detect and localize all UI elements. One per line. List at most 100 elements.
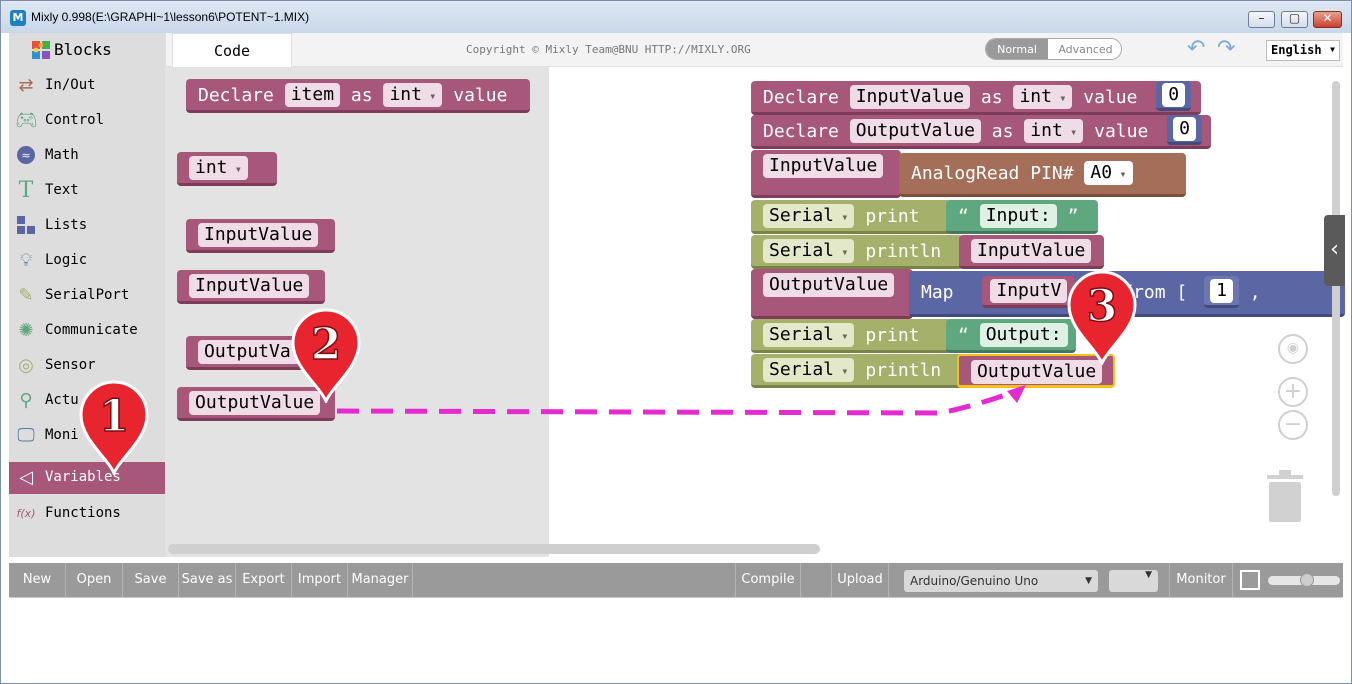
category-label: Actu bbox=[45, 392, 79, 408]
minimize-button[interactable]: – bbox=[1248, 11, 1275, 28]
number-block[interactable]: 1 bbox=[1204, 276, 1239, 308]
tab-blocks[interactable]: Blocks bbox=[9, 33, 166, 67]
undo-icon[interactable]: ↶ bbox=[1187, 36, 1205, 61]
import-button[interactable]: Import bbox=[292, 563, 348, 597]
category-serialport[interactable]: ✎ SerialPort bbox=[9, 280, 165, 312]
mode-toggle[interactable]: Normal Advanced bbox=[985, 38, 1122, 60]
maximize-button[interactable]: ▢ bbox=[1281, 11, 1308, 28]
variable-name-field[interactable]: InputValue bbox=[849, 84, 971, 109]
block-keyword: println bbox=[865, 360, 942, 381]
text-field[interactable]: Output: bbox=[979, 322, 1068, 347]
zoom-slider[interactable] bbox=[1268, 573, 1340, 587]
variable-name-field[interactable]: InputValue bbox=[198, 222, 319, 247]
math-icon: ≈ bbox=[15, 145, 37, 167]
set-variable-block[interactable]: OutputValu bbox=[186, 336, 319, 370]
declare-outputvalue-block[interactable]: Declare OutputValue as int value 0 bbox=[751, 115, 1211, 149]
type-dropdown[interactable]: int bbox=[1013, 84, 1073, 109]
serial-print-block[interactable]: Serial print bbox=[751, 200, 951, 234]
serial-println-block[interactable]: Serial println bbox=[751, 354, 963, 388]
vertical-scrollbar[interactable] bbox=[1332, 81, 1340, 496]
text-icon: T bbox=[18, 178, 34, 203]
assign-inputvalue-block[interactable]: InputValue bbox=[751, 150, 901, 198]
number-block[interactable]: 0 bbox=[1167, 115, 1202, 145]
save-as-button[interactable]: Save as bbox=[179, 563, 236, 597]
text-block[interactable]: “ Input: ” bbox=[946, 200, 1098, 234]
serial-dropdown[interactable]: Serial bbox=[763, 357, 855, 382]
variable-name-field[interactable]: InputValue bbox=[189, 273, 310, 298]
slider-knob[interactable] bbox=[1299, 573, 1314, 587]
category-label: Sensor bbox=[45, 357, 96, 373]
text-block[interactable]: “ Output: bbox=[946, 319, 1076, 353]
category-lists[interactable]: Lists bbox=[9, 210, 165, 242]
category-math[interactable]: ≈ Math bbox=[9, 140, 165, 172]
new-button[interactable]: New bbox=[9, 563, 66, 597]
collapse-panel-button[interactable]: ‹ bbox=[1324, 215, 1345, 286]
language-select[interactable]: English ▼ bbox=[1266, 40, 1340, 61]
close-button[interactable]: ✕ bbox=[1313, 11, 1342, 28]
zoom-in-icon[interactable]: + bbox=[1278, 377, 1308, 407]
number-field[interactable]: 0 bbox=[1173, 116, 1196, 141]
board-select[interactable]: Arduino/Genuino Uno ▼ bbox=[904, 570, 1098, 592]
tab-bar: Blocks Code Copyright © Mixly Team@BNU H… bbox=[9, 33, 1343, 67]
category-text[interactable]: T Text bbox=[9, 175, 165, 207]
save-button[interactable]: Save bbox=[123, 563, 179, 597]
monitor-button[interactable]: Monitor bbox=[1169, 563, 1233, 597]
zoom-out-icon[interactable]: − bbox=[1278, 410, 1308, 440]
horizontal-scrollbar[interactable] bbox=[168, 544, 820, 554]
assign-outputvalue-block[interactable]: OutputValue bbox=[751, 269, 913, 319]
declare-inputvalue-block[interactable]: Declare InputValue as int value 0 bbox=[751, 81, 1201, 115]
text-field[interactable]: Input: bbox=[979, 203, 1057, 228]
category-inout[interactable]: ⇄ In/Out bbox=[9, 70, 165, 102]
number-block[interactable]: 0 bbox=[1156, 81, 1192, 111]
block-keyword: Declare bbox=[198, 85, 274, 106]
export-button[interactable]: Export bbox=[236, 563, 292, 597]
tab-code[interactable]: Code bbox=[172, 33, 292, 67]
get-variable-block[interactable]: InputValue bbox=[177, 270, 325, 304]
trash-icon[interactable] bbox=[1265, 468, 1305, 523]
category-functions[interactable]: f(x) Functions bbox=[9, 498, 165, 530]
pin-dropdown[interactable]: A0 bbox=[1084, 160, 1133, 185]
serial-println-block[interactable]: Serial println bbox=[751, 235, 963, 269]
category-sensor[interactable]: ◎ Sensor bbox=[9, 350, 165, 382]
mode-advanced-option[interactable]: Advanced bbox=[1048, 39, 1121, 59]
open-button[interactable]: Open bbox=[66, 563, 123, 597]
serial-dropdown[interactable]: Serial bbox=[763, 238, 855, 263]
communicate-icon: ✺ bbox=[18, 320, 34, 341]
type-dropdown[interactable]: int bbox=[1024, 118, 1084, 143]
redo-icon[interactable]: ↷ bbox=[1217, 36, 1235, 61]
type-block[interactable]: int bbox=[177, 152, 277, 186]
mode-normal-option[interactable]: Normal bbox=[986, 39, 1048, 59]
svg-text:1: 1 bbox=[99, 391, 130, 442]
upload-button[interactable]: Upload bbox=[832, 563, 889, 597]
manager-button[interactable]: Manager bbox=[348, 563, 413, 597]
analogread-block[interactable]: AnalogRead PIN# A0 bbox=[899, 153, 1186, 197]
number-field[interactable]: 1 bbox=[1210, 278, 1233, 303]
variable-name-field[interactable]: item bbox=[284, 82, 341, 107]
variable-name-field[interactable]: OutputValue bbox=[849, 118, 981, 143]
get-inputvalue-block[interactable]: InputValue bbox=[959, 235, 1104, 269]
category-control[interactable]: 🎮︎ Control bbox=[9, 105, 165, 137]
chip-icon[interactable] bbox=[1240, 570, 1260, 590]
serial-dropdown[interactable]: Serial bbox=[763, 322, 855, 347]
type-dropdown[interactable]: int bbox=[383, 82, 443, 107]
center-target-icon[interactable]: ◉ bbox=[1278, 334, 1308, 364]
compile-button[interactable]: Compile bbox=[735, 563, 801, 597]
category-communicate[interactable]: ✺ Communicate bbox=[9, 315, 165, 347]
serial-dropdown[interactable]: Serial bbox=[763, 203, 855, 228]
declare-variable-block[interactable]: Declare item as int value bbox=[186, 79, 530, 113]
variable-name-field[interactable]: InputValue bbox=[763, 153, 884, 178]
variable-name-field[interactable]: InputV bbox=[990, 278, 1068, 303]
port-select[interactable]: ▼ bbox=[1109, 570, 1158, 592]
number-field[interactable]: 0 bbox=[1162, 82, 1186, 107]
variable-name-field[interactable]: OutputValue bbox=[763, 272, 895, 297]
category-label: Lists bbox=[45, 217, 88, 233]
category-label: Logic bbox=[45, 252, 88, 268]
pen-icon: ✎ bbox=[18, 285, 34, 306]
variable-name-field[interactable]: InputValue bbox=[971, 238, 1092, 263]
category-logic[interactable]: 💡︎ Logic bbox=[9, 245, 165, 277]
output-console[interactable] bbox=[9, 597, 1343, 675]
get-inputvalue-block[interactable]: InputV bbox=[982, 276, 1076, 308]
serial-print-block[interactable]: Serial print bbox=[751, 319, 951, 353]
set-variable-block[interactable]: InputValue bbox=[186, 219, 335, 253]
type-dropdown[interactable]: int bbox=[189, 155, 248, 180]
